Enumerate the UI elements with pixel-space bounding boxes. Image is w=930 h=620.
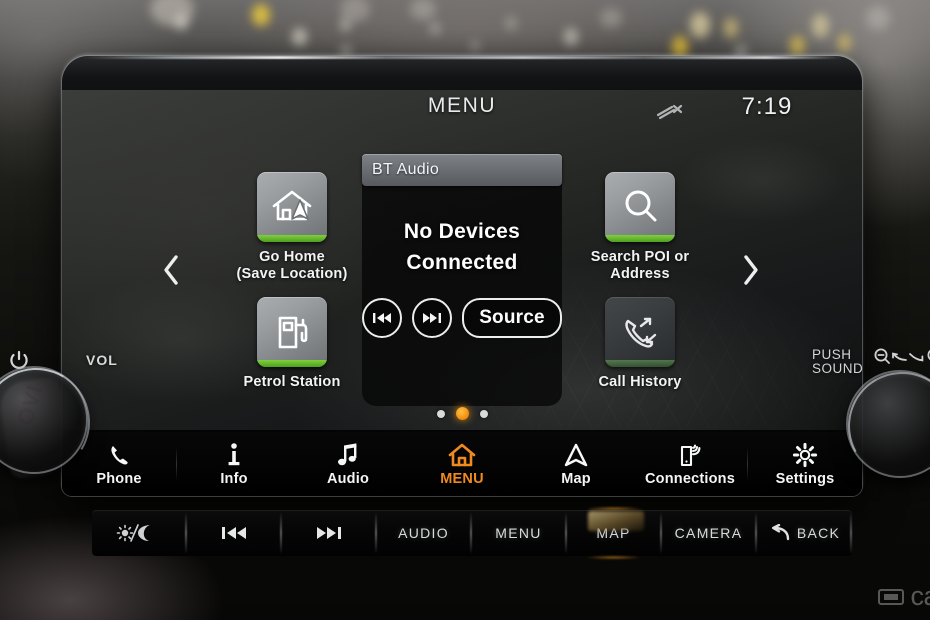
skip-next-icon [316,527,341,539]
shortcut-search-poi[interactable]: Search POI or Address [550,172,730,283]
shortcut-go-home[interactable]: Go Home (Save Location) [202,172,382,283]
nav-item-map[interactable]: Map [519,432,633,496]
skip-previous-icon [221,527,246,539]
music-note-icon [335,442,361,468]
next-track-button[interactable] [412,298,453,338]
watermark: ca [878,581,930,612]
nav-item-connections[interactable]: Connections [633,432,747,496]
call-history-tile[interactable] [605,297,675,367]
bottom-nav-bar: Phone Info Audio MENU Map Connections Se… [62,432,862,496]
tile-accent-bar [605,360,675,367]
info-i-icon [226,442,242,468]
infotainment-screen[interactable]: MENU 7:19 Go Home (Save Location) Petrol… [62,90,862,430]
right-shortcut-column: Search POI or Address Call History [550,172,730,391]
hardkey-previous-track[interactable] [187,510,280,556]
hardkey-brightness-daynight[interactable] [92,510,185,556]
fuel-pump-icon [278,316,308,349]
home-outline-icon [447,442,477,468]
nav-item-menu[interactable]: MENU [405,432,519,496]
zoom-indicator [872,346,930,375]
page-indicator [62,407,862,420]
tile-accent-bar [257,235,327,242]
page-dot[interactable] [479,409,488,418]
audio-muted-icon [650,98,690,124]
petrol-station-tile[interactable] [257,297,327,367]
sound-tune-knob[interactable] [848,372,930,476]
infotainment-head-unit: MENU 7:19 Go Home (Save Location) Petrol… [62,56,862,496]
hardkey-camera[interactable]: CAMERA [662,510,755,556]
hardkey-back[interactable]: BACK [757,510,850,556]
previous-track-button[interactable] [362,298,403,338]
brightness-day-night-icon [116,524,150,542]
skip-next-icon [423,313,442,323]
nav-item-audio[interactable]: Audio [291,432,405,496]
hardkey-menu[interactable]: MENU [472,510,565,556]
tile-accent-bar [605,235,675,242]
audio-source-name: BT Audio [372,161,440,178]
audio-widget: BT Audio No Devices Connected Source [362,154,562,406]
audio-status-message: No Devices Connected [403,220,521,274]
go-home-tile[interactable] [257,172,327,242]
volume-power-knob[interactable] [0,368,86,472]
chevron-right-icon [744,255,758,285]
sound-knob-area: PUSH SOUND [812,348,930,493]
page-dot[interactable] [436,409,445,418]
navigation-arrow-icon [563,442,589,468]
volume-label: VOL [86,352,118,368]
shortcut-petrol-station[interactable]: Petrol Station [202,297,382,391]
tile-accent-bar [257,360,327,367]
hardkey-audio[interactable]: AUDIO [377,510,470,556]
photo-scene: OVI MENU [0,0,930,620]
hardkey-back-label: BACK [796,525,841,541]
shortcut-call-history[interactable]: Call History [550,297,730,391]
nav-label: Settings [775,470,835,487]
nav-label: Audio [326,470,370,487]
car-badge-icon [878,588,905,605]
phone-wireless-icon [677,442,703,468]
volume-knob-area: VOL [0,350,120,488]
call-history-label: Call History [598,374,682,390]
gear-icon [792,442,818,468]
chevron-left-icon [164,255,178,285]
left-shortcut-column: Go Home (Save Location) Petrol Station [202,172,382,391]
previous-page-button[interactable] [154,248,188,292]
status-bar: MENU 7:19 [62,90,862,134]
nav-label: Info [220,470,248,487]
nav-label: Connections [644,470,735,487]
watermark-text: ca [910,581,930,611]
search-poi-tile[interactable] [605,172,675,242]
push-sound-label: PUSH SOUND [812,347,864,376]
hardkey-next-track[interactable] [282,510,375,556]
nav-label: Map [561,470,591,487]
transport-controls: Source [362,298,562,338]
page-dot-active[interactable] [455,407,469,420]
go-home-label: Go Home (Save Location) [236,249,348,282]
next-page-button[interactable] [734,248,768,292]
back-arrow-icon [771,524,790,541]
hardkey-divider [850,513,852,553]
magnifier-icon [625,190,657,222]
clock: 7:19 [741,93,793,120]
nav-item-info[interactable]: Info [177,432,291,496]
home-with-arrow-icon [272,190,312,221]
petrol-station-label: Petrol Station [243,374,341,390]
nav-label: Phone [96,470,142,487]
nav-label: MENU [440,470,484,487]
skip-previous-icon [373,313,392,323]
bezel-highlight [82,56,842,59]
hardkey-map[interactable]: MAP [567,510,660,556]
audio-source-bar[interactable]: BT Audio [362,154,562,186]
hardware-button-strip: AUDIO MENU MAP CAMERA BACK [92,510,852,556]
search-poi-label: Search POI or Address [590,249,690,282]
phone-call-history-icon [625,317,657,348]
source-button[interactable]: Source [462,298,562,338]
